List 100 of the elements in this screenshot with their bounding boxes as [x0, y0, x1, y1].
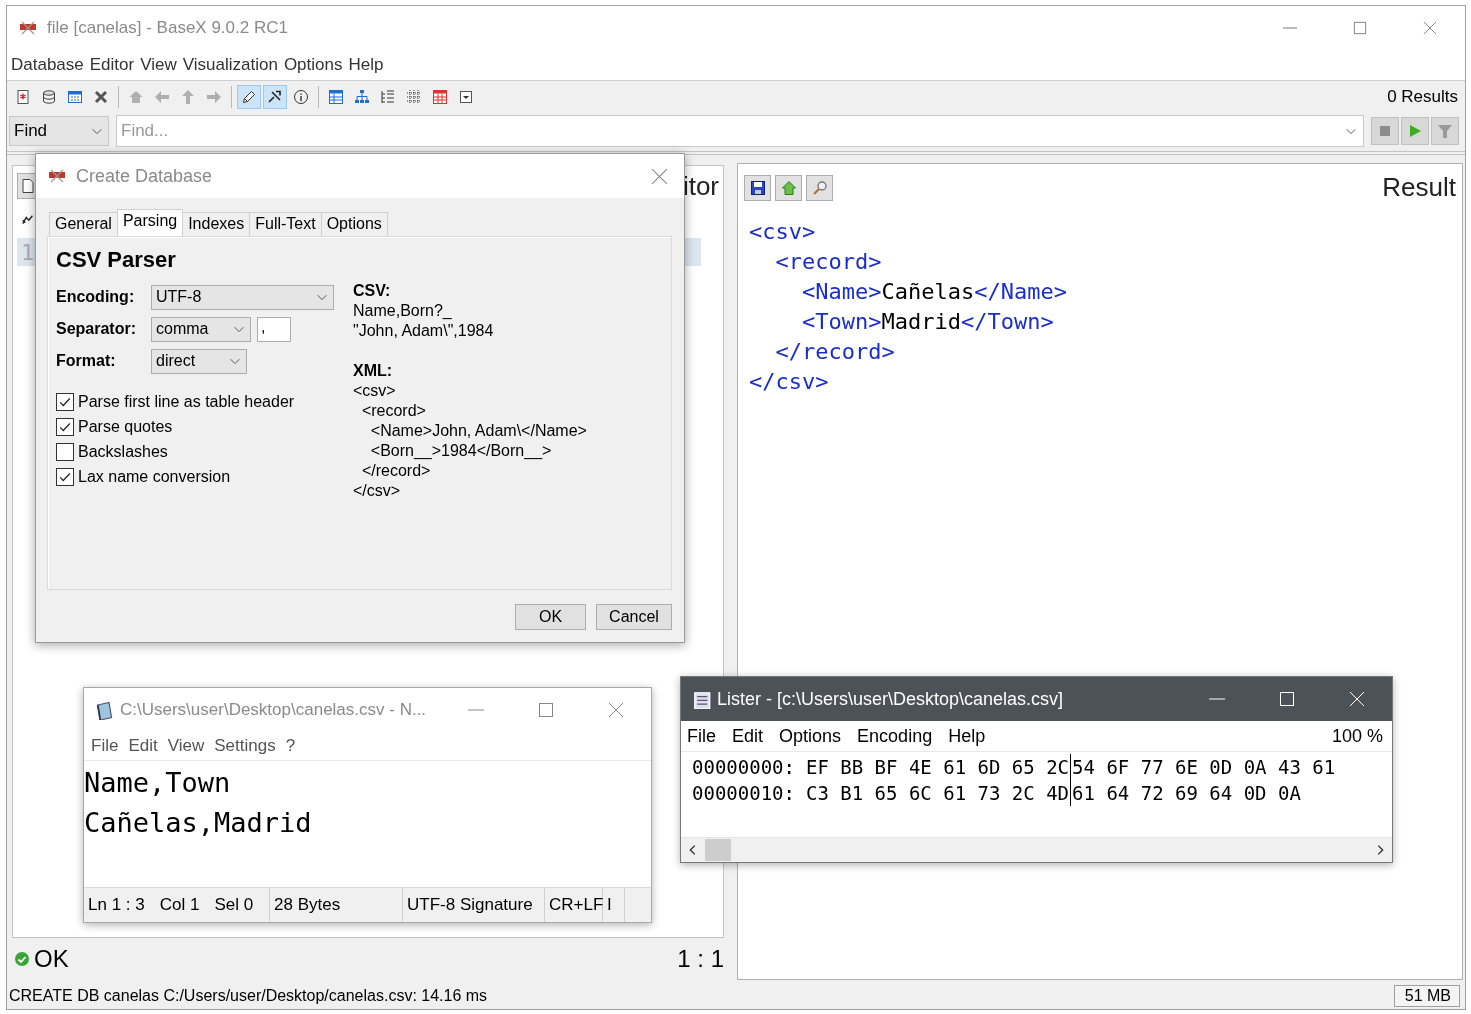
field-label: Format: [56, 352, 117, 370]
menu-item[interactable]: ? [282, 736, 299, 756]
checkbox[interactable] [56, 442, 74, 461]
hex-bytes: EF BB BF 4E 61 6D 65 2C [805, 754, 1072, 780]
menu-item[interactable]: File [684, 725, 719, 747]
status-text: UTF-8 Signature [407, 895, 533, 915]
xml-tag: </Name> [974, 279, 1067, 304]
checkbox-label: Backslashes [78, 442, 168, 461]
tab[interactable]: General [49, 212, 118, 236]
line-number: 1 [20, 239, 35, 265]
tab[interactable]: Parsing [116, 209, 184, 236]
text-area[interactable]: Name,Town Cañelas,Madrid [84, 761, 651, 887]
maximize-icon [538, 702, 554, 718]
dialog-title: Create Database [76, 165, 213, 187]
preview-line: <Born__>1984</Born__> [369, 441, 553, 461]
status-text: Col 1 [159, 895, 200, 915]
dropdown-icon [458, 89, 474, 105]
menu-item[interactable]: Encoding [854, 725, 936, 747]
arrow-left-icon [154, 89, 170, 105]
hex-bytes: 61 64 72 69 64 0D 0A [1072, 781, 1301, 806]
menu-item[interactable]: Options [280, 55, 346, 75]
text-line: Name,Town [84, 766, 232, 800]
xml-tag: </csv> [749, 369, 829, 394]
close-icon [93, 89, 109, 105]
status-text: Sel 0 [214, 895, 254, 915]
window-icon [67, 89, 83, 105]
window-title: file [canelas] - BaseX 9.0.2 RC1 [47, 18, 288, 38]
status-text: I [607, 895, 612, 915]
menu-item[interactable]: View [137, 55, 180, 75]
filter-icon [1437, 123, 1453, 139]
text-line: Cañelas,Madrid [84, 806, 313, 840]
status-text: Ln 1 : 3 [88, 895, 145, 915]
xml-tag: <record> [749, 249, 882, 274]
dropdown[interactable]: direct [151, 348, 247, 374]
zoom-level[interactable]: 100 % [1328, 725, 1386, 747]
save-button[interactable] [744, 174, 771, 201]
status-text: CR+LF [549, 895, 604, 915]
preview-line: Name,Born?_ [353, 301, 453, 321]
find-field[interactable]: Find... [116, 115, 1364, 147]
arrow-right-icon [206, 89, 222, 105]
checkbox-label: Lax name conversion [78, 467, 231, 486]
field-label: Encoding: [56, 288, 136, 306]
find-mode-dropdown[interactable]: Find [9, 116, 109, 146]
menu-item[interactable]: Settings [211, 736, 279, 756]
status-text: 28 Bytes [274, 895, 341, 915]
dropdown[interactable]: UTF-8 [151, 284, 334, 310]
pencil-icon [241, 89, 257, 105]
search-button[interactable] [806, 174, 833, 201]
play-button[interactable] [1401, 117, 1429, 145]
horizontal-scrollbar[interactable] [681, 837, 1392, 862]
close-icon [608, 702, 624, 718]
menu-item[interactable]: Visualization [179, 55, 281, 75]
preview-heading: CSV: [353, 281, 392, 301]
stop-icon [1377, 123, 1393, 139]
maximize-icon [1279, 691, 1295, 707]
preview-heading: XML: [353, 361, 394, 381]
close-icon [1349, 691, 1365, 707]
xml-tag: <csv> [749, 219, 816, 244]
table-icon [328, 89, 344, 105]
dropdown[interactable]: comma [151, 316, 251, 342]
logo-icon [19, 21, 37, 35]
window-title: Lister - [c:\Users\user\Desktop\canelas.csv] [717, 688, 1064, 710]
checkbox-label: Parse quotes [78, 417, 173, 436]
dialog-button[interactable]: OK [515, 604, 586, 630]
checkbox[interactable] [56, 392, 74, 411]
status-message: CREATE DB canelas C:/Users/user/Desktop/canelas.csv: 14.16 ms [9, 987, 488, 1005]
database-icon [41, 89, 57, 105]
menu-item[interactable]: Edit [125, 736, 161, 756]
xml-tag: <Name> [749, 279, 882, 304]
close-icon [1423, 21, 1437, 35]
checkbox[interactable] [56, 417, 74, 436]
play-icon [1407, 123, 1423, 139]
minimize-icon [1283, 27, 1297, 29]
logo-icon [48, 169, 66, 183]
toolbar-button[interactable] [237, 85, 261, 109]
hex-offset: 00000010: [692, 781, 795, 806]
section-heading: CSV Parser [56, 247, 177, 273]
menu-item[interactable]: Help [345, 55, 387, 75]
xml-tag: </Town> [960, 309, 1054, 334]
menu-item[interactable]: View [164, 736, 208, 756]
checkbox-label: Parse first line as table header [78, 392, 295, 411]
dialog-button[interactable]: Cancel [596, 604, 672, 630]
close-button[interactable] [651, 167, 668, 185]
results-count: 0 Results [1387, 87, 1458, 107]
menu-item[interactable]: Editor [86, 55, 138, 75]
memory-usage: 51 MB [1393, 985, 1460, 1007]
tab[interactable]: Options [320, 212, 388, 236]
menu-item[interactable]: Options [776, 725, 845, 747]
input-field[interactable]: , [257, 316, 291, 342]
menu-item[interactable]: File [88, 736, 122, 756]
maximize-icon [1353, 21, 1367, 35]
document-stack-icon [691, 689, 711, 709]
list-icon [380, 89, 396, 105]
menu-item[interactable]: Database [8, 55, 87, 75]
scrollbar-thumb[interactable] [705, 839, 731, 861]
menu-item[interactable]: Edit [729, 725, 767, 747]
menu-item[interactable]: Help [945, 725, 989, 747]
checkbox[interactable] [56, 467, 74, 486]
toolbar-button[interactable] [263, 85, 287, 109]
new-document-icon [15, 89, 31, 105]
